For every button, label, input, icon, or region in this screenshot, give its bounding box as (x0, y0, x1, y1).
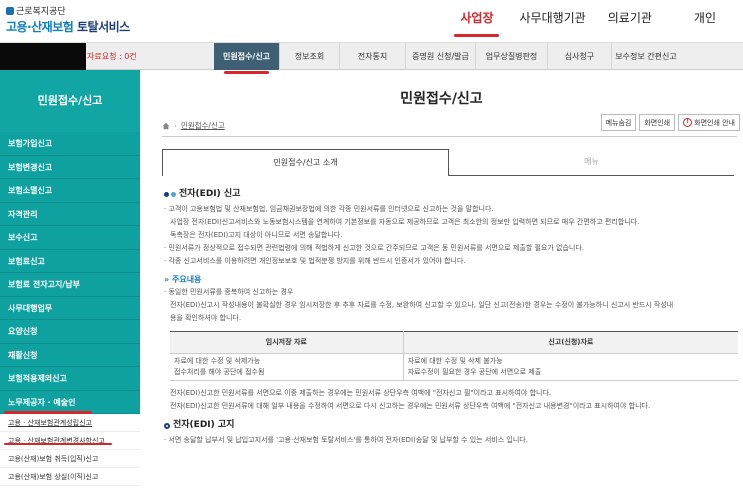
table-cell-line: 자료에 대한 수정 및 삭제 불가능 (407, 357, 503, 365)
site-header: 근로복지공단 고용·산재보험 토탈서비스 사업장 사무대행기관 의료기관 개인 (0, 0, 743, 42)
data-request-count[interactable]: 자료요청 : 0건 (87, 51, 137, 62)
sidebar-item-change[interactable]: 보험변경신고 (0, 155, 140, 179)
tab-intro[interactable]: 민원접수/신고 소개 (162, 149, 449, 176)
kcomwel-logo-icon (6, 6, 14, 15)
gnb-certificate[interactable]: 증명원 신청/발급 (406, 43, 476, 70)
notice-line: · 동일한 민원서류를 중복하여 신고하는 경우 (164, 288, 294, 296)
hide-menu-label: 메뉴숨김 (605, 118, 632, 127)
sidebar-item-wage[interactable]: 보수신고 (0, 226, 140, 250)
after-line: 전자(EDI)신고한 민원서류에 대해 일부 내용을 수정하여 서면으로 다시 … (170, 402, 651, 410)
print-guide-label: 화면인쇄 안내 (694, 118, 735, 127)
global-nav: 민원접수/신고 정보조회 전자통지 증명원 신청/발급 업무상질병판정 심사청구… (214, 43, 680, 74)
top-nav-medical[interactable]: 의료기관 (599, 9, 661, 26)
sidebar-item-qualification[interactable]: 자격관리 (0, 202, 140, 226)
breadcrumb: › 민원접수/신고 (162, 120, 225, 131)
home-icon[interactable] (162, 122, 170, 130)
site-title-suffix: 토탈서비스 (73, 20, 130, 34)
page-title: 민원접수/신고 (400, 91, 483, 107)
sidebar-item-join[interactable]: 보험가입신고 (0, 132, 140, 156)
table-header: 신고(신청)자료 (403, 331, 738, 354)
print-button[interactable]: 화면인쇄 (639, 114, 676, 131)
sidebar-item-artist[interactable]: 노무제공자 · 예술인 (0, 390, 140, 414)
after-line: 전자(EDI)신고한 민원서류를 서면으로 이중 제출하는 경우에는 민원서류 … (170, 389, 552, 397)
bullet-ring-icon (164, 422, 170, 429)
org-name: 근로복지공단 (16, 7, 66, 17)
print-guide-button[interactable]: ! 화면인쇄 안내 (678, 114, 740, 131)
table-cell: 자료에 대한 수정 및 삭제 불가능 자료수정이 필요한 경우 공단에 서면으로… (403, 353, 738, 381)
sidebar-item-e-notice[interactable]: 보험료 전자고지/납부 (0, 273, 140, 297)
sidebar-title: 민원접수/신고 (0, 70, 140, 132)
logo[interactable]: 근로복지공단 고용·산재보험 토탈서비스 (6, 4, 130, 35)
sidebar-sub-modify[interactable]: 고용 · 산재보험관계변경사항신고 (0, 432, 140, 450)
site-title: 고용·산재보험 토탈서비스 (6, 18, 130, 35)
table-header: 임시저장 자료 (170, 331, 404, 354)
sidebar: 민원접수/신고 보험가입신고 보험변경신고 보험소멸신고 자격관리 보수신고 보… (0, 70, 140, 493)
hide-menu-button[interactable]: 메뉴숨김 (600, 114, 637, 131)
top-nav-agency[interactable]: 사무대행기관 (510, 9, 594, 26)
section-edi-report: 전자(EDI) 신고 (164, 188, 736, 201)
breadcrumb-current[interactable]: 민원접수/신고 (181, 120, 225, 131)
tab-menu[interactable]: 메뉴 (449, 149, 734, 176)
notice-title: » 주요내용 (164, 273, 736, 286)
section-edi-notice: 전자(EDI) 고지 (164, 419, 736, 432)
gnb-wage-report[interactable]: 보수정보 간편신고 (612, 43, 680, 70)
main-content: 민원접수/신고 › 민원접수/신고 메뉴숨김 화면인쇄 ! 화면인쇄 안내 민원접… (140, 70, 743, 493)
sidebar-item-premium[interactable]: 보험료신고 (0, 249, 140, 273)
main-menubar: 자료요청 : 0건 민원접수/신고 정보조회 전자통지 증명원 신청/발급 업무… (0, 42, 743, 74)
breadcrumb-separator-icon: › (174, 121, 177, 130)
divider (162, 136, 737, 137)
sidebar-sub-acquire[interactable]: 고용(산재)보험 취득(입직)신고 (0, 450, 140, 468)
notice-title-text: 주요내용 (171, 275, 202, 284)
content-body: 전자(EDI) 신고 · 고객이 고용보험법 및 산재보험법, 임금채권보장법에… (164, 188, 738, 447)
top-nav-individual[interactable]: 개인 (685, 9, 725, 26)
table-row: 자료에 대한 수정 및 삭제가능 접수처리를 해야 공단에 접수됨 자료에 대한… (170, 353, 738, 381)
sidebar-sub-establish[interactable]: 고용 · 산재보험관계성립신고 (0, 414, 140, 432)
site-title-prefix: 고용·산재보험 (6, 20, 74, 34)
top-nav-workplace[interactable]: 사업장 (451, 9, 502, 37)
gnb-complaint[interactable]: 민원접수/신고 (214, 43, 280, 74)
gnb-info[interactable]: 정보조회 (280, 43, 340, 70)
edi-line: · 각종 신고서비스를 이용하려면 개인정보보호 및 법적분쟁 방지를 위해 반… (164, 257, 466, 265)
edi-line: · 고객이 고용보험법 및 산재보험법, 임금채권보장법에 의한 각종 민원서류… (164, 205, 494, 213)
section-edi-notice-title: 전자(EDI) 고지 (173, 420, 235, 430)
warning-icon: ! (683, 118, 693, 127)
logo-org: 근로복지공단 (6, 4, 130, 17)
sidebar-sub-loss[interactable]: 고용(산재)보험 상실(이직)신고 (0, 468, 140, 486)
section-edi-report-title: 전자(EDI) 신고 (179, 189, 241, 199)
edi-line: 독촉장은 전자(EDI)고지 대상이 아니므로 서면 송달합니다. (170, 231, 343, 239)
edi-line: 사업장 전자(EDI)신고서비스와 노동보험시스템을 연계하여 기본정보를 자동… (170, 218, 640, 226)
sidebar-item-exclusion[interactable]: 보험적용제외신고 (0, 367, 140, 391)
table-cell: 자료에 대한 수정 및 삭제가능 접수처리를 해야 공단에 접수됨 (170, 353, 404, 381)
edi2-line: · 서면 송달할 납부서 및 납입고지서를 '고용·산재보험 토탈서비스'를 통… (164, 436, 528, 444)
table-cell-line: 접수처리를 해야 공단에 접수됨 (174, 368, 265, 376)
utility-buttons: 메뉴숨김 화면인쇄 ! 화면인쇄 안내 (600, 114, 740, 131)
gnb-disease[interactable]: 업무상질병판정 (476, 43, 548, 70)
edi-line: · 민원서류가 정상적으로 접수되면 관련법령에 의해 적법하게 신고한 것으로… (164, 244, 585, 252)
double-chevron-icon: » (164, 275, 170, 284)
table-cell-line: 자료수정이 필요한 경우 공단에 서면으로 제출 (407, 368, 542, 376)
bullet-dots-icon (164, 192, 176, 197)
gnb-review[interactable]: 심사청구 (548, 43, 612, 70)
top-nav: 사업장 사무대행기관 의료기관 개인 (451, 9, 743, 37)
gnb-notice[interactable]: 전자통지 (340, 43, 406, 70)
sidebar-item-extinction[interactable]: 보험소멸신고 (0, 179, 140, 203)
sidebar-item-rehab[interactable]: 재활신청 (0, 343, 140, 367)
sidebar-sub-underline (4, 443, 112, 445)
notice-line: 전자(EDI)신고시 작성내용이 불확실한 경우 임시저장한 후 추후 자료를 … (170, 301, 674, 309)
print-label: 화면인쇄 (644, 118, 671, 127)
table-cell-line: 자료에 대한 수정 및 삭제가능 (174, 357, 261, 365)
compare-table: 임시저장 자료 신고(신청)자료 자료에 대한 수정 및 삭제가능 접수처리를 … (170, 331, 738, 381)
sidebar-item-care[interactable]: 요양신청 (0, 320, 140, 344)
redacted-box (0, 43, 86, 70)
notice-line: 용을 확인하셔야 합니다. (170, 314, 242, 322)
sidebar-item-agency[interactable]: 사무대행업무 (0, 296, 140, 320)
content-tabs: 민원접수/신고 소개 메뉴 (162, 149, 734, 176)
